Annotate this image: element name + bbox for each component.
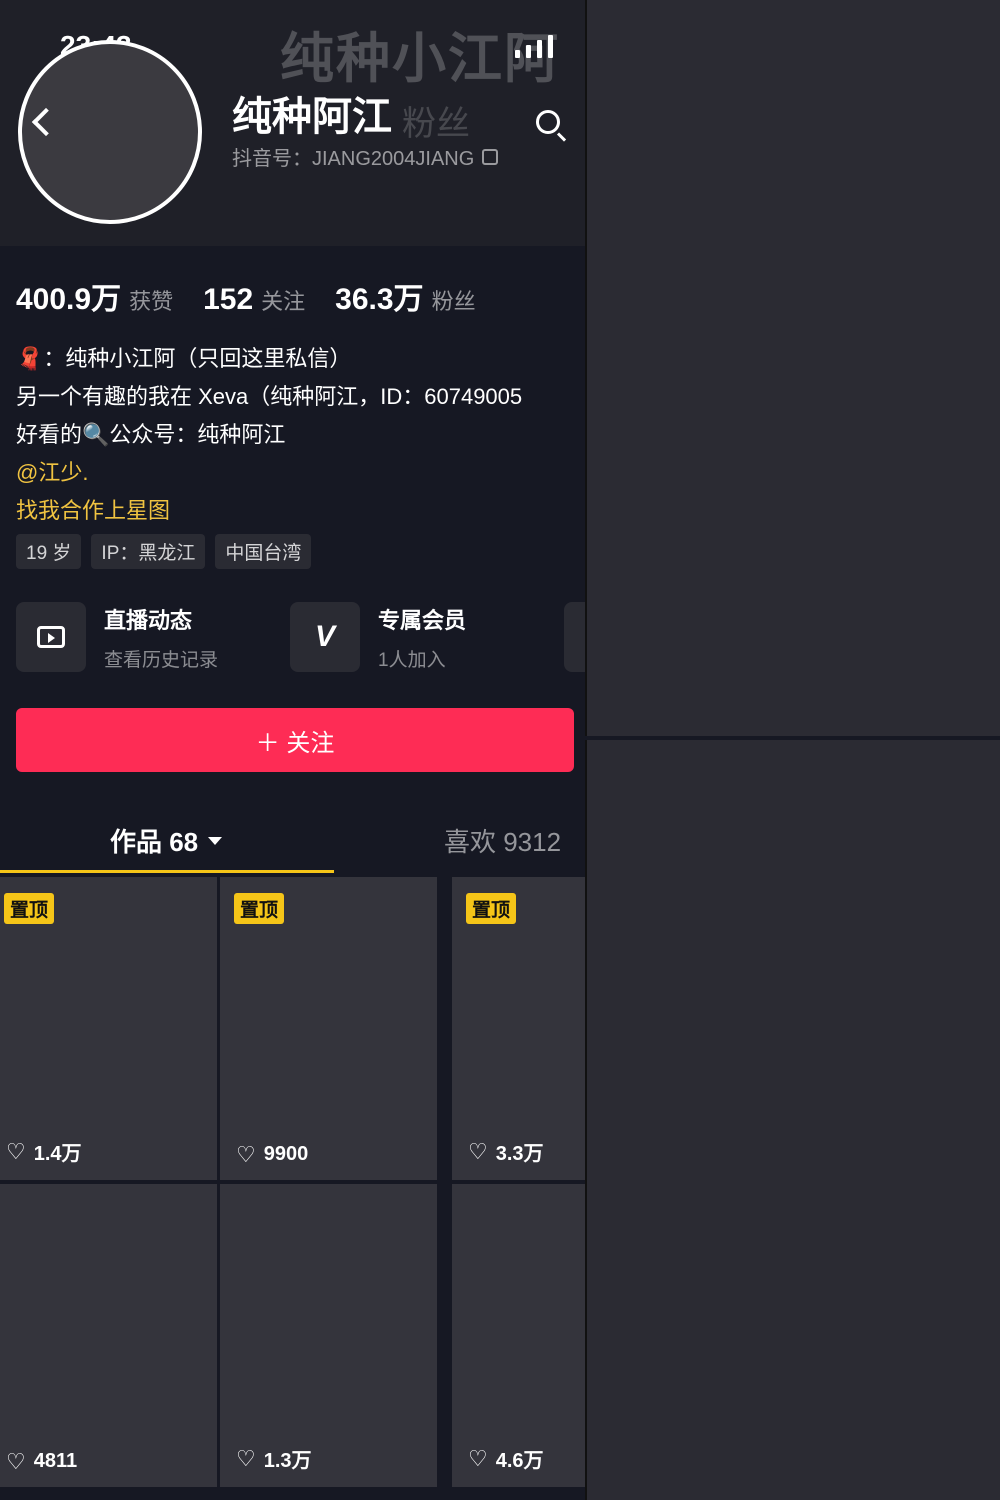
copy-icon[interactable] <box>482 148 499 165</box>
video-thumbnail[interactable]: ♡ 1.3万 <box>220 1184 437 1487</box>
heart-icon: ♡ <box>6 1138 26 1164</box>
stat-followers[interactable]: 36.3万 粉丝 <box>335 274 475 318</box>
feature-entries: 直播动态 查看历史记录 V 专属会员 1人加入 ♫ <box>16 602 585 672</box>
profile-stats: 400.9万 获赞 152 关注 36.3万 粉丝 <box>16 274 476 318</box>
heart-icon: ♡ <box>468 1445 488 1471</box>
feature-subtitle: 查看历史记录 <box>104 649 219 671</box>
photo-placeholder <box>585 740 1000 1500</box>
music-note-icon: ♫ <box>564 602 585 672</box>
pinned-badge: 置顶 <box>466 893 517 924</box>
display-name: 纯种阿江 <box>232 95 392 139</box>
bio-line: 🧣：纯种小江阿（只回这里私信） <box>16 346 352 371</box>
feature-music[interactable]: ♫ <box>564 602 585 672</box>
like-count-value: 1.3万 <box>263 1450 312 1472</box>
pinned-badge: 置顶 <box>4 893 55 924</box>
account-id[interactable]: 抖音号：JIANG2004JIANG <box>232 142 499 171</box>
video-thumbnail[interactable]: ♡ 4811 <box>0 1184 217 1487</box>
bio-line: 另一个有趣的我在 Xeva（纯种阿江，ID：60749005 <box>16 384 523 409</box>
like-count-value: 3.3万 <box>495 1143 544 1165</box>
like-count: ♡ 3.3万 <box>468 1137 544 1166</box>
content-tabs: 作品 68 喜欢 9312 <box>0 800 585 874</box>
stat-value: 400.9万 <box>16 283 122 316</box>
stat-label: 关注 <box>261 289 306 314</box>
tag-ip: IP：黑龙江 <box>91 534 206 569</box>
follow-button[interactable]: ＋ 关注 <box>16 708 574 772</box>
like-count: ♡ 9900 <box>236 1143 308 1166</box>
bio-collab-link[interactable]: 找我合作上星图 <box>16 492 585 530</box>
video-thumbnail[interactable]: 置顶 ♡ 3.3万 <box>452 877 585 1180</box>
stat-label: 粉丝 <box>431 289 476 314</box>
chevron-down-icon <box>208 836 223 845</box>
profile-screen: 纯种小江阿 23:43 纯种阿江 粉丝 抖音号：JIANG2004JIANG 4… <box>0 0 585 1500</box>
ghost-fans-label: 粉丝 <box>402 105 470 143</box>
back-arrow-icon[interactable] <box>22 100 62 144</box>
like-count-value: 1.4万 <box>33 1143 82 1165</box>
heart-icon: ♡ <box>236 1141 256 1167</box>
like-count: ♡ 1.4万 <box>6 1137 82 1166</box>
profile-tags: 19 岁 IP：黑龙江 中国台湾 <box>16 534 312 569</box>
photo-placeholder <box>585 0 1000 736</box>
live-tv-icon <box>16 602 86 672</box>
heart-icon: ♡ <box>236 1445 256 1471</box>
search-icon[interactable] <box>534 108 568 142</box>
tag-location: 中国台湾 <box>215 534 312 569</box>
video-thumbnail[interactable]: 置顶 ♡ 1.4万 <box>0 877 217 1180</box>
like-count-value: 4.6万 <box>495 1450 544 1472</box>
tab-active-indicator <box>0 870 334 873</box>
feature-live[interactable]: 直播动态 查看历史记录 <box>16 602 270 672</box>
signal-icon <box>515 34 575 58</box>
stat-value: 36.3万 <box>335 283 424 316</box>
feature-membership[interactable]: V 专属会员 1人加入 <box>290 602 544 672</box>
profile-header: 纯种小江阿 23:43 纯种阿江 粉丝 抖音号：JIANG2004JIANG <box>0 0 585 246</box>
tab-works-label: 作品 68 <box>110 827 199 857</box>
heart-icon: ♡ <box>468 1138 488 1164</box>
like-count: ♡ 4811 <box>6 1450 77 1473</box>
feature-title: 直播动态 <box>104 607 193 633</box>
like-count: ♡ 4.6万 <box>468 1444 544 1473</box>
stat-following[interactable]: 152 关注 <box>203 283 305 317</box>
like-count-value: 9900 <box>263 1143 309 1165</box>
profile-bio: 🧣：纯种小江阿（只回这里私信） 另一个有趣的我在 Xeva（纯种阿江，ID：60… <box>16 340 585 530</box>
tab-works[interactable]: 作品 68 <box>110 822 223 859</box>
vip-v-icon: V <box>290 602 360 672</box>
like-count-value: 4811 <box>33 1450 78 1472</box>
account-id-text: 抖音号：JIANG2004JIANG <box>232 148 475 170</box>
bio-line: 好看的🔍公众号：纯种阿江 <box>16 422 286 447</box>
like-count: ♡ 1.3万 <box>236 1444 312 1473</box>
stat-likes: 400.9万 获赞 <box>16 274 173 318</box>
pinned-badge: 置顶 <box>234 893 285 924</box>
stat-value: 152 <box>203 283 254 316</box>
heart-icon: ♡ <box>6 1448 26 1474</box>
tab-likes[interactable]: 喜欢 9312 <box>444 822 561 859</box>
photo-column <box>585 0 1000 1500</box>
video-thumbnail[interactable]: ♡ 4.6万 <box>452 1184 585 1487</box>
feature-subtitle: 1人加入 <box>378 649 446 671</box>
bio-mention-link[interactable]: @江少. <box>16 454 585 492</box>
video-thumbnail[interactable]: 置顶 ♡ 9900 <box>220 877 437 1180</box>
feature-title: 专属会员 <box>378 607 467 633</box>
stat-label: 获赞 <box>129 289 174 314</box>
tag-age: 19 岁 <box>16 534 82 569</box>
